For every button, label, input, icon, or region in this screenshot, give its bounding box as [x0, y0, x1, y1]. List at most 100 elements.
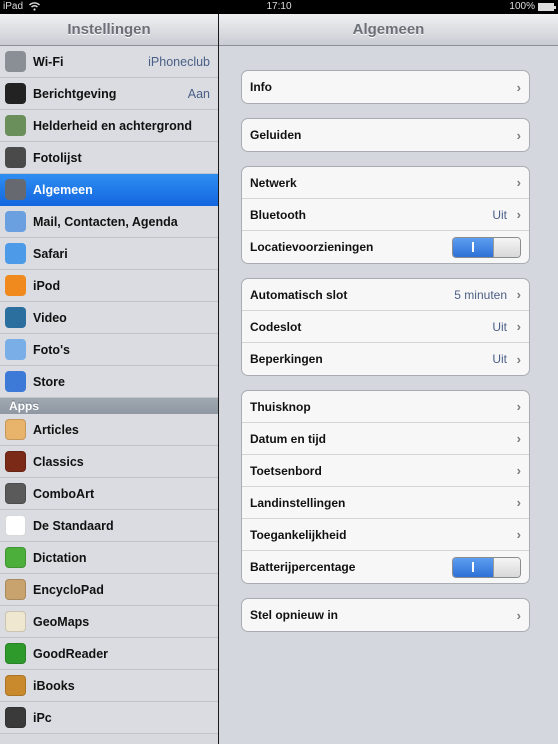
- settings-group: Netwerk › Bluetooth Uit › Locatievoorzieninge…: [241, 166, 530, 264]
- battery-icon: [538, 2, 556, 11]
- ibooks-app-icon: [5, 675, 26, 696]
- sidebar-item-label: Mail, Contacten, Agenda: [33, 214, 178, 229]
- sidebar-item-ipod[interactable]: iPod: [0, 270, 218, 302]
- sidebar-app-comboart[interactable]: ComboArt: [0, 478, 218, 510]
- setting-label: Batterijpercentage: [250, 560, 356, 574]
- setting-label: Datum en tijd: [250, 431, 327, 446]
- setting-value: Uit: [492, 352, 507, 366]
- setting-value: Uit: [492, 207, 507, 222]
- sidebar-app-label: GoodReader: [33, 646, 109, 661]
- setting-toetsenbord[interactable]: Toetsenbord ›: [242, 455, 529, 487]
- setting-batterijpercentage: Batterijpercentage: [242, 551, 529, 583]
- sidebar-item-fotolijst[interactable]: Fotolijst: [0, 142, 218, 174]
- setting-stel-opnieuw-in[interactable]: Stel opnieuw in ›: [242, 599, 529, 631]
- setting-toegankelijkheid[interactable]: Toegankelijkheid ›: [242, 519, 529, 551]
- sidebar-app-label: Articles: [33, 422, 79, 437]
- chevron-right-icon: ›: [516, 287, 521, 302]
- setting-label: Netwerk: [250, 175, 297, 190]
- setting-label: Beperkingen: [250, 352, 323, 366]
- sidebar-app-dictation[interactable]: Dictation: [0, 542, 218, 574]
- sidebar-item-helderheid-en-achtergrond[interactable]: Helderheid en achtergrond: [0, 110, 218, 142]
- setting-label: Stel opnieuw in: [250, 608, 339, 622]
- sidebar-item-wi-fi[interactable]: Wi-Fi iPhoneclub: [0, 46, 218, 78]
- sidebar-item-mail-contacten-agenda[interactable]: Mail, Contacten, Agenda: [0, 206, 218, 238]
- setting-label: Automatisch slot: [250, 287, 348, 302]
- sidebar-item-label: Algemeen: [33, 182, 93, 197]
- detail-pane: Algemeen Info › Geluiden › Netwerk › Bluetooth…: [219, 14, 558, 744]
- ipod-icon: [5, 275, 26, 296]
- sidebar-item-foto-s[interactable]: Foto's: [0, 334, 218, 366]
- status-bar: iPad 17:10 100%: [0, 0, 558, 14]
- chevron-right-icon: ›: [516, 399, 521, 414]
- setting-value: Uit: [492, 319, 507, 334]
- setting-geluiden[interactable]: Geluiden ›: [242, 119, 529, 151]
- geomaps-app-icon: [5, 611, 26, 632]
- sidebar-app-encyclopad[interactable]: EncycloPad: [0, 574, 218, 606]
- chevron-right-icon: ›: [516, 175, 521, 190]
- chevron-right-icon: ›: [516, 207, 521, 222]
- sidebar-app-label: GeoMaps: [33, 614, 90, 629]
- setting-datum-en-tijd[interactable]: Datum en tijd ›: [242, 423, 529, 455]
- sidebar-item-store[interactable]: Store: [0, 366, 218, 398]
- sidebar-app-geomaps[interactable]: GeoMaps: [0, 606, 218, 638]
- batterijpercentage-toggle[interactable]: [452, 556, 521, 578]
- chevron-right-icon: ›: [516, 463, 521, 478]
- sidebar-item-value: Aan: [187, 86, 210, 101]
- sidebar-app-label: iPc: [33, 710, 52, 725]
- setting-automatisch-slot[interactable]: Automatisch slot 5 minuten ›: [242, 279, 529, 311]
- setting-codeslot[interactable]: Codeslot Uit ›: [242, 311, 529, 343]
- setting-beperkingen[interactable]: Beperkingen Uit ›: [242, 343, 529, 375]
- sidebar-app-articles[interactable]: Articles: [0, 414, 218, 446]
- sidebar-app-label: Dictation: [33, 550, 87, 565]
- detail-title: Algemeen: [219, 14, 558, 46]
- sidebar-item-video[interactable]: Video: [0, 302, 218, 334]
- ipc-app-icon: [5, 707, 26, 728]
- sidebar-app-de-standaard[interactable]: De Standaard: [0, 510, 218, 542]
- sidebar-item-algemeen[interactable]: Algemeen: [0, 174, 218, 206]
- sidebar-item-safari[interactable]: Safari: [0, 238, 218, 270]
- setting-label: Locatievoorzieningen: [250, 240, 374, 254]
- sidebar-app-ipc[interactable]: iPc: [0, 702, 218, 734]
- sidebar-app-label: iBooks: [33, 678, 75, 693]
- chevron-right-icon: ›: [516, 431, 521, 446]
- settings-group: Automatisch slot 5 minuten › Codeslot Uit › Be…: [241, 278, 530, 376]
- de-standaard-app-icon: [5, 515, 26, 536]
- apps-section-header: Apps: [0, 398, 218, 414]
- setting-label: Codeslot: [250, 319, 302, 334]
- video-clapper-icon: [5, 307, 26, 328]
- settings-list: Wi-Fi iPhoneclub Berichtgeving Aan Helderhei…: [0, 46, 218, 398]
- settings-group: Thuisknop › Datum en tijd › Toetsenbord › Land…: [241, 390, 530, 584]
- apps-list: Articles Classics ComboArt De Standaard Dict…: [0, 414, 218, 734]
- setting-label: Info: [250, 80, 272, 94]
- settings-sidebar: Instellingen Wi-Fi iPhoneclub Berichtgevin…: [0, 14, 218, 744]
- chevron-right-icon: ›: [516, 495, 521, 510]
- sidebar-app-classics[interactable]: Classics: [0, 446, 218, 478]
- clock: 17:10: [266, 1, 292, 12]
- app-store-icon: [5, 371, 26, 392]
- setting-netwerk[interactable]: Netwerk ›: [242, 167, 529, 199]
- chevron-right-icon: ›: [516, 319, 521, 334]
- setting-thuisknop[interactable]: Thuisknop ›: [242, 391, 529, 423]
- chevron-right-icon: ›: [516, 351, 521, 367]
- comboart-app-icon: [5, 483, 26, 504]
- settings-group: Geluiden ›: [241, 118, 530, 152]
- sidebar-item-label: Wi-Fi: [33, 54, 64, 69]
- sidebar-app-goodreader[interactable]: GoodReader: [0, 638, 218, 670]
- setting-bluetooth[interactable]: Bluetooth Uit ›: [242, 199, 529, 231]
- sidebar-item-label: Berichtgeving: [33, 86, 117, 101]
- sidebar-item-value: iPhoneclub: [148, 54, 210, 69]
- sidebar-app-label: Classics: [33, 454, 84, 469]
- encyclopad-app-icon: [5, 579, 26, 600]
- battery-percentage: 100%: [509, 1, 535, 12]
- photos-sunflower-icon: [5, 339, 26, 360]
- brightness-wallpaper-icon: [5, 115, 26, 136]
- sidebar-item-berichtgeving[interactable]: Berichtgeving Aan: [0, 78, 218, 110]
- locatievoorzieningen-toggle[interactable]: [452, 236, 521, 258]
- settings-group: Info ›: [241, 70, 530, 104]
- sidebar-app-ibooks[interactable]: iBooks: [0, 670, 218, 702]
- sidebar-item-label: Video: [33, 310, 67, 325]
- setting-info[interactable]: Info ›: [242, 71, 529, 103]
- sidebar-app-label: ComboArt: [33, 486, 95, 501]
- setting-landinstellingen[interactable]: Landinstellingen ›: [242, 487, 529, 519]
- classics-app-icon: [5, 451, 26, 472]
